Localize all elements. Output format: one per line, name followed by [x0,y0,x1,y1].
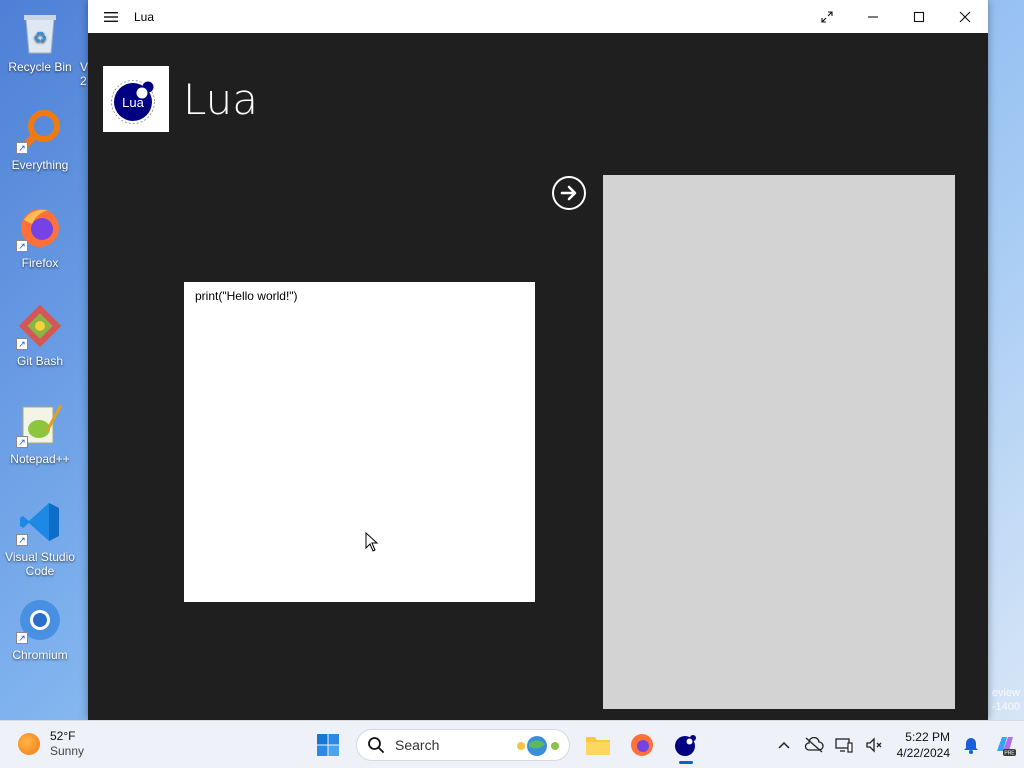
start-button[interactable] [308,727,348,763]
window-title: Lua [134,9,155,24]
everything-icon: ↗ [16,106,64,154]
volume-muted-icon[interactable] [859,721,889,768]
mouse-pointer-icon [365,531,379,557]
search-label: Search [395,737,440,753]
desktop-icon-git-bash[interactable]: ↗ Git Bash [2,302,78,368]
folder-icon [586,737,610,755]
clock-time: 5:22 PM [905,730,950,744]
weather-widget[interactable]: 52°F Sunny [18,729,84,759]
notepad-plus-plus-icon: ↗ [16,400,64,448]
app-header: Lua Lua [103,66,258,132]
taskbar-clock[interactable]: 5:22 PM 4/22/2024 [897,729,950,761]
desktop-icon-chromium[interactable]: ↗ Chromium [2,596,78,662]
partial-desktop-label: 2 [80,74,87,88]
desktop-icon-notepad-plus-plus[interactable]: ↗ Notepad++ [2,400,78,466]
fullscreen-icon[interactable] [804,0,850,33]
maximize-icon[interactable] [896,0,942,33]
close-icon[interactable] [942,0,988,33]
desktop-icon-everything[interactable]: ↗ Everything [2,106,78,172]
weather-condition: Sunny [50,744,85,758]
firefox-taskbar-button[interactable] [622,727,662,763]
git-bash-icon: ↗ [16,302,64,350]
app-name-heading: Lua [183,74,259,124]
taskbar-center: Search [306,727,708,764]
sun-icon [18,733,40,755]
active-indicator [679,761,693,764]
cloud-offline-icon[interactable] [799,721,829,768]
search-highlight-icon [517,736,559,756]
shortcut-arrow-icon: ↗ [16,142,28,154]
firefox-icon [631,734,653,756]
lua-taskbar-button[interactable] [666,727,706,764]
chevron-up-icon[interactable] [769,721,799,768]
windows-logo-icon [317,734,339,756]
weather-temp: 52°F [50,729,76,743]
shortcut-arrow-icon: ↗ [16,436,28,448]
shortcut-arrow-icon: ↗ [16,240,28,252]
run-arrow-icon[interactable] [552,176,586,210]
shortcut-arrow-icon: ↗ [16,534,28,546]
taskbar-search[interactable]: Search [356,729,570,761]
code-text: print("Hello world!") [195,289,298,303]
shortcut-arrow-icon: ↗ [16,338,28,350]
chromium-icon: ↗ [16,596,64,644]
lua-icon [675,735,696,756]
notification-bell-icon[interactable] [956,721,986,768]
title-bar: Lua [88,0,988,33]
desktop-icon-vscode[interactable]: ↗ Visual Studio Code [2,498,78,578]
desktop-watermark: eview -1400 [991,687,1020,713]
clock-date: 4/22/2024 [896,746,950,760]
file-explorer-taskbar-button[interactable] [578,727,618,763]
code-editor[interactable]: print("Hello world!") [184,282,535,602]
taskbar: 52°F Sunny Search 5:22 PM 4/22/2024 PRE [0,720,1024,768]
recycle-bin-icon: ♻ [16,8,64,56]
shortcut-arrow-icon: ↗ [16,632,28,644]
svg-text:PRE: PRE [1004,751,1015,757]
desktop-icon-firefox[interactable]: ↗ Firefox [2,204,78,270]
window-controls [804,0,988,33]
partial-desktop-label: V [80,60,89,74]
desktop-icon-recycle-bin[interactable]: ♻ Recycle Bin [2,8,78,74]
hamburger-menu-icon[interactable] [88,0,134,33]
lua-logo-text: Lua [122,95,144,110]
lua-logo: Lua [103,66,169,132]
lua-app-window: Lua Lua Lua print("Hello world!") [88,0,988,720]
network-icon[interactable] [829,721,859,768]
output-pane [603,175,955,709]
copilot-icon[interactable]: PRE [986,721,1024,768]
svg-text:♻: ♻ [33,30,47,47]
firefox-icon: ↗ [16,204,64,252]
vscode-icon: ↗ [16,498,64,546]
system-tray: 5:22 PM 4/22/2024 PRE [769,721,1024,768]
minimize-icon[interactable] [850,0,896,33]
search-icon [368,737,384,753]
